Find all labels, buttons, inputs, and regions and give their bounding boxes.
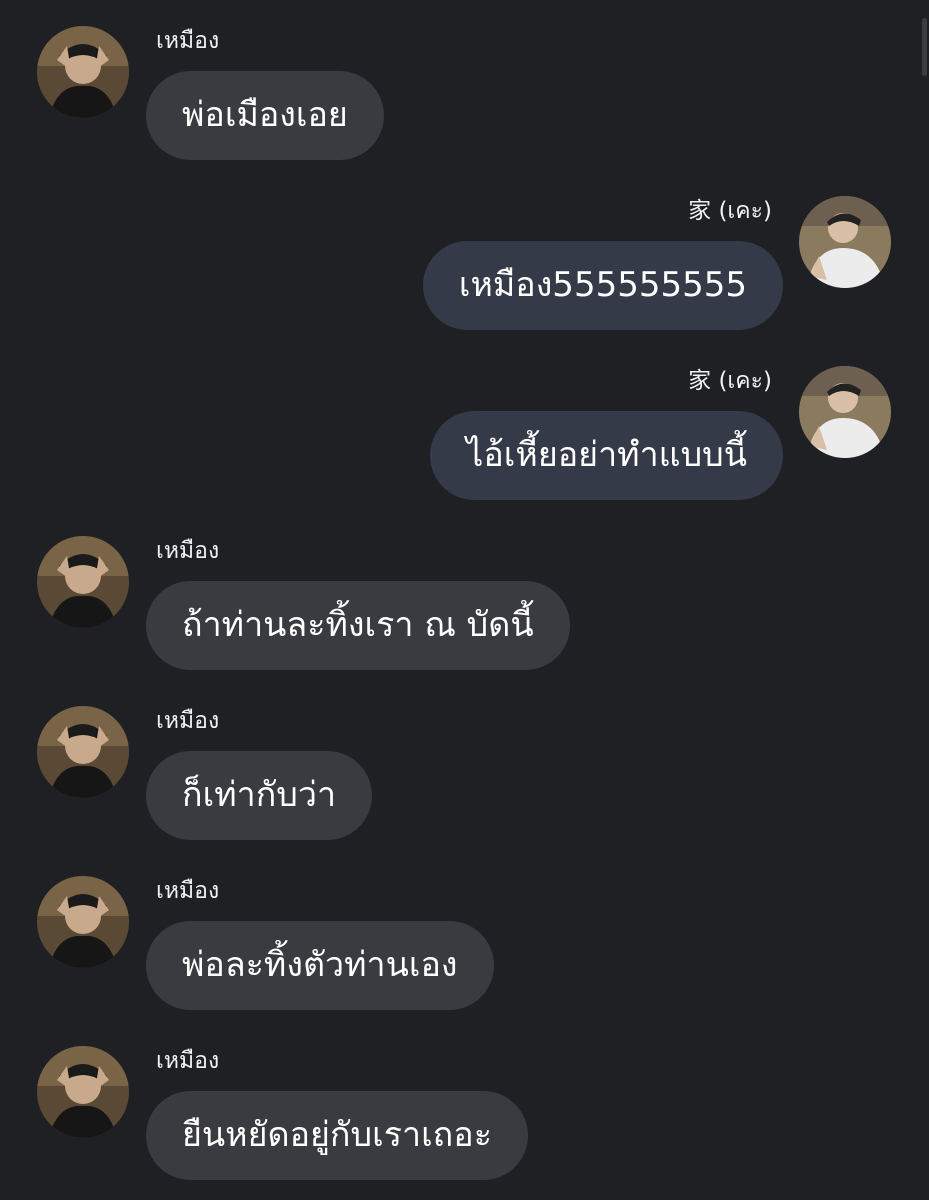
message-bubble[interactable]: ยืนหยัดอยู่กับเราเถอะ [146, 1091, 528, 1180]
chat-thread[interactable]: เหมือง พ่อเมืองเอย 家 (เคะ) เหมือง5555555… [0, 0, 929, 1200]
sender-name: เหมือง [156, 1048, 220, 1074]
avatar-muang[interactable] [37, 1046, 129, 1138]
message-row: เหมือง ยืนหยัดอยู่กับเราเถอะ [0, 0, 929, 1190]
